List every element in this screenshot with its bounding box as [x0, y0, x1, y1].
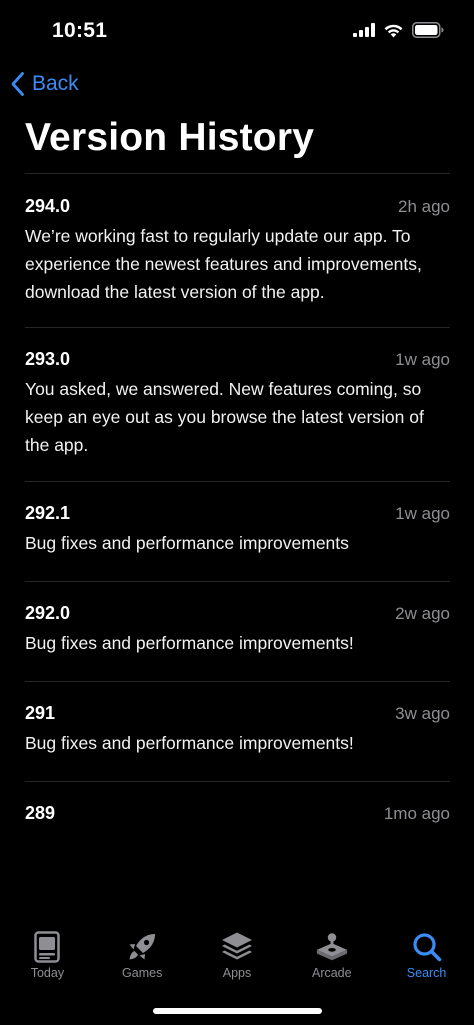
version-notes: Bug fixes and performance improvements!: [25, 733, 354, 753]
rocket-icon: [125, 930, 159, 964]
tab-label: Games: [122, 966, 163, 980]
version-number: 291: [25, 703, 56, 723]
version-date: 2w ago: [395, 604, 450, 623]
version-date: 1w ago: [395, 504, 450, 523]
chevron-left-icon: [11, 72, 24, 96]
version-notes: Bug fixes and performance improvements!: [25, 633, 354, 653]
wifi-icon: [384, 24, 403, 37]
version-number: 289: [25, 803, 56, 823]
version-number: 292.1: [25, 503, 71, 523]
version-item: 292.0 2w ago Bug fixes and performance i…: [25, 581, 450, 681]
home-indicator[interactable]: [153, 1008, 322, 1014]
version-item: 293.0 1w ago You asked, we answered. New…: [25, 327, 450, 481]
version-date: 3w ago: [395, 704, 450, 723]
tab-label: Search: [406, 966, 447, 980]
page-title: Version History: [25, 116, 315, 159]
tab-label: Apps: [222, 966, 252, 980]
version-date: 2h ago: [398, 197, 450, 216]
version-list: 294.0 2h ago We’re working fast to regul…: [25, 173, 450, 841]
back-button[interactable]: Back: [10, 68, 79, 100]
status-bar: 10:51: [0, 0, 474, 60]
status-icons: [353, 22, 444, 38]
cellular-signal-icon: [353, 23, 375, 37]
search-icon: [410, 930, 444, 964]
version-item: 294.0 2h ago We’re working fast to regul…: [25, 173, 450, 327]
today-icon: [30, 930, 64, 964]
tab-label: Today: [30, 966, 65, 980]
version-date: 1mo ago: [383, 804, 450, 823]
tab-label: Arcade: [311, 966, 352, 980]
version-item: 292.1 1w ago Bug fixes and performance i…: [25, 481, 450, 581]
back-label: Back: [32, 72, 79, 95]
status-time: 10:51: [52, 19, 108, 42]
apps-stack-icon: [220, 930, 254, 964]
version-item: 291 3w ago Bug fixes and performance imp…: [25, 681, 450, 781]
version-date: 1w ago: [395, 350, 450, 369]
version-notes: You asked, we answered. New features com…: [25, 379, 424, 455]
tab-today[interactable]: Today: [0, 920, 95, 1025]
version-number: 294.0: [25, 196, 71, 216]
version-number: 292.0: [25, 603, 71, 623]
joystick-icon: [315, 930, 349, 964]
version-notes: Bug fixes and performance improvements: [25, 533, 349, 553]
tab-search[interactable]: Search: [379, 920, 474, 1025]
version-item: 289 1mo ago: [25, 781, 450, 841]
battery-icon: [412, 22, 444, 38]
version-notes: We’re working fast to regularly update o…: [25, 226, 422, 302]
version-number: 293.0: [25, 349, 71, 369]
